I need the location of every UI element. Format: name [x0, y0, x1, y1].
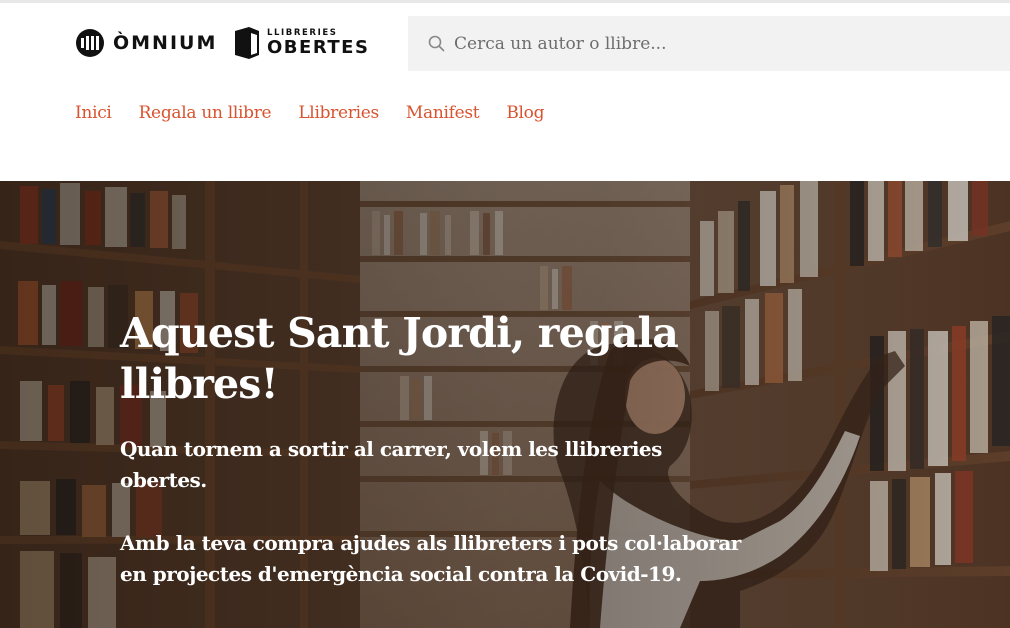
nav-item-regala-un-llibre[interactable]: Regala un llibre — [139, 103, 272, 123]
llibreries-obertes-book-icon — [235, 27, 259, 59]
hero-paragraph-2: Amb la teva compra ajudes als llibreters… — [120, 531, 741, 586]
search-input[interactable] — [454, 33, 994, 54]
nav-item-inici[interactable]: Inici — [75, 103, 112, 123]
omnium-logo-text: ÒMNIUM — [113, 32, 218, 54]
search-bar[interactable] — [408, 16, 1010, 71]
nav-item-blog[interactable]: Blog — [506, 103, 544, 123]
hero-banner: Aquest Sant Jordi, regala llibres! Quan … — [0, 181, 1010, 628]
hero-title: Aquest Sant Jordi, regala llibres! — [120, 309, 679, 408]
site-header: ÒMNIUM LLIBRERIES OBERTES Inici Regala u… — [0, 3, 1010, 181]
hero-paragraph-1: Quan tornem a sortir al carrer, volem le… — [120, 437, 662, 492]
llibreries-obertes-logo[interactable]: LLIBRERIES OBERTES — [233, 23, 369, 63]
llibreries-logo-small-text: LLIBRERIES — [267, 27, 338, 38]
omnium-logo-icon — [76, 29, 104, 57]
nav-item-manifest[interactable]: Manifest — [406, 103, 480, 123]
omnium-logo[interactable]: ÒMNIUM — [76, 27, 217, 59]
llibreries-logo-big-text: OBERTES — [267, 37, 370, 59]
nav-item-llibreries[interactable]: Llibreries — [298, 103, 379, 123]
search-icon — [428, 35, 445, 52]
main-nav: Inici Regala un llibre Llibreries Manife… — [75, 103, 545, 123]
